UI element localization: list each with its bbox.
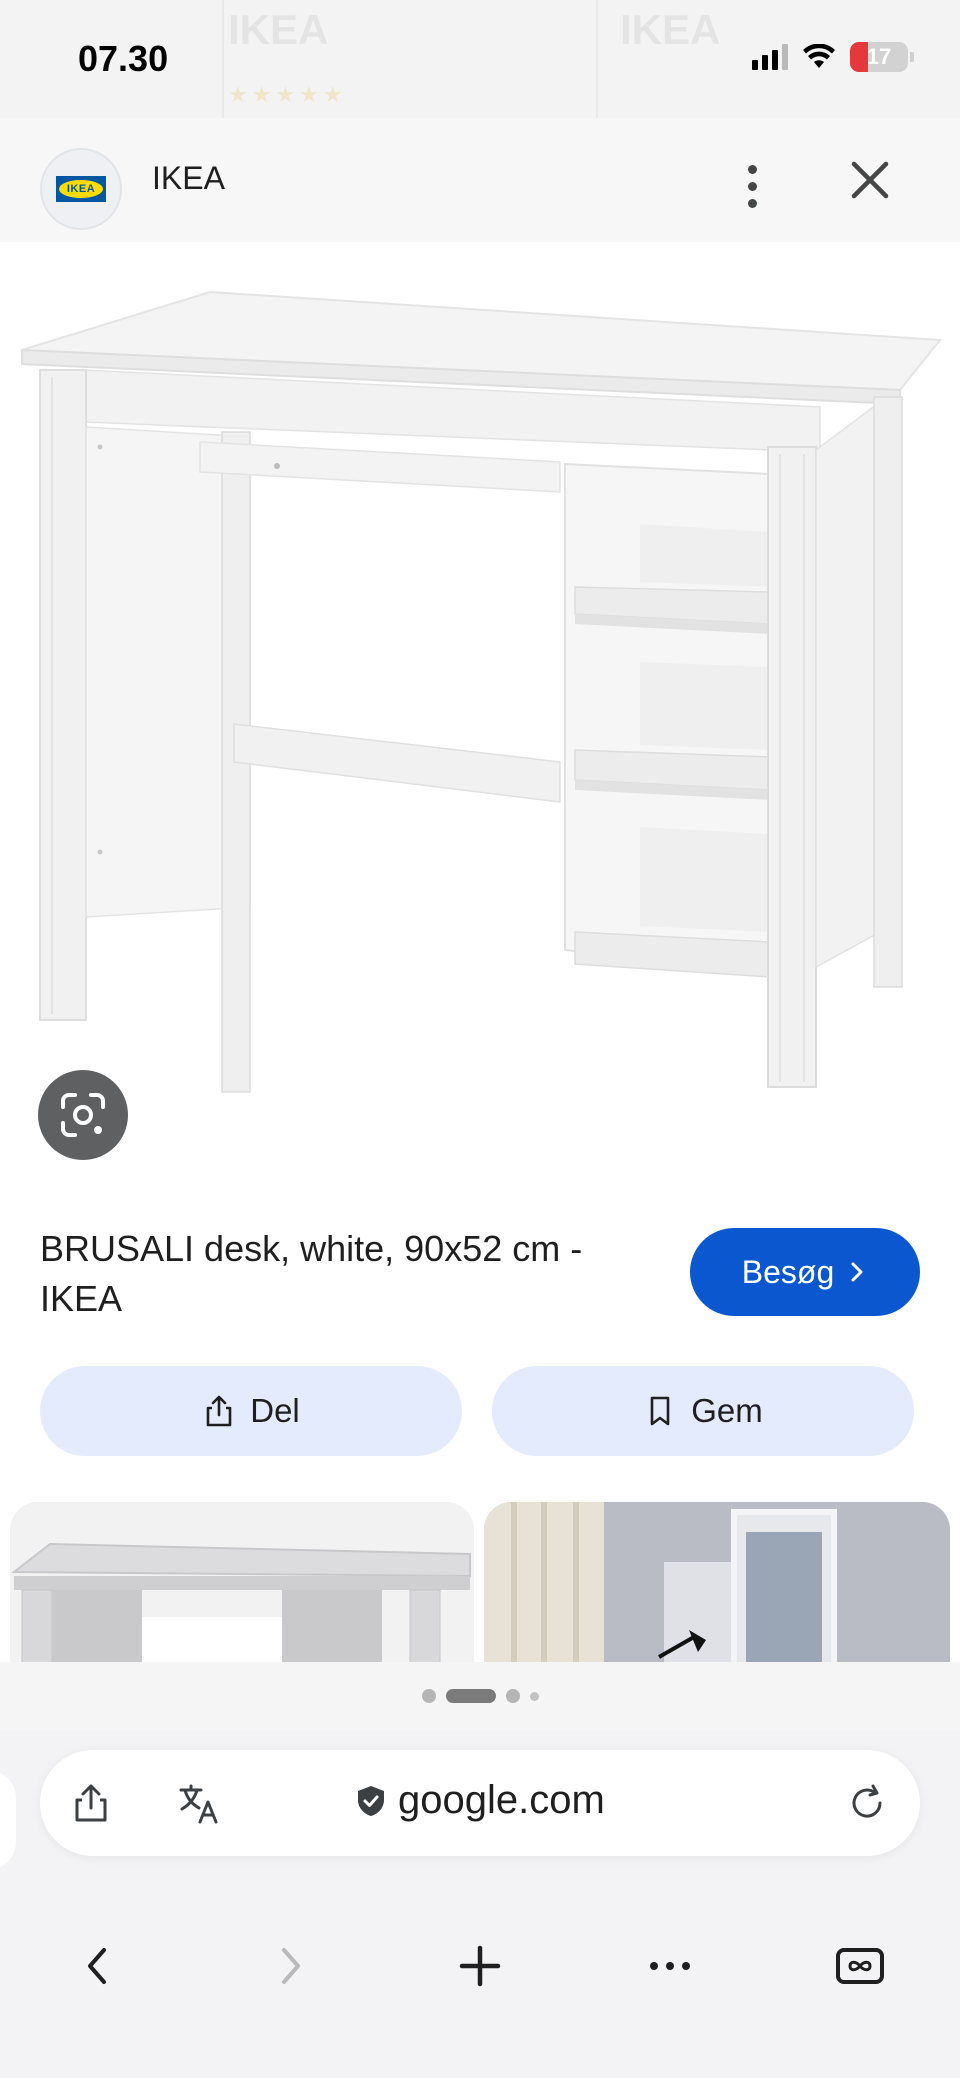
address-bar[interactable]: google.com (40, 1750, 920, 1856)
share-label: Del (250, 1392, 300, 1429)
pager-dot-active (445, 1689, 496, 1703)
pager-dot (529, 1691, 539, 1701)
share-icon (206, 1395, 232, 1427)
more-vert-icon (747, 164, 757, 174)
visit-button[interactable]: Besøg (690, 1228, 920, 1316)
battery-level: 17 (866, 44, 892, 69)
battery-tip (910, 52, 914, 62)
share-button[interactable]: Del (40, 1366, 462, 1456)
close-icon[interactable] (844, 154, 896, 206)
site-favicon: IKEA (40, 148, 122, 230)
related-desk-image (10, 1502, 474, 1662)
reload-icon[interactable] (844, 1780, 890, 1826)
result-header: IKEA IKEA (0, 118, 960, 242)
new-tab-icon[interactable] (452, 1938, 508, 1994)
more-vert-icon (747, 181, 757, 191)
status-bar: IKEA IKEA ★★★★★ 07.30 17 (0, 0, 960, 118)
battery-icon: 17 (850, 42, 914, 72)
visit-label: Besøg (741, 1253, 835, 1290)
previous-tab-edge[interactable] (0, 1770, 16, 1870)
related-results (0, 1502, 960, 1662)
save-label: Gem (691, 1392, 763, 1429)
related-thumbnail[interactable] (10, 1502, 474, 1662)
lens-search-button[interactable] (38, 1070, 128, 1160)
bookmark-icon (650, 1396, 670, 1426)
ghost-rating-stars: ★★★★★ (228, 82, 347, 107)
tabs-icon[interactable] (832, 1938, 888, 1994)
url-display[interactable]: google.com (356, 1778, 605, 1823)
wifi-icon (803, 44, 835, 68)
translate-icon[interactable] (176, 1780, 222, 1826)
pager-dot (505, 1689, 520, 1703)
status-icons: 17 (752, 42, 914, 72)
tab-pager (0, 1662, 960, 1730)
related-room-image (484, 1502, 950, 1662)
save-button[interactable]: Gem (492, 1366, 914, 1456)
chevron-right-icon (851, 1262, 863, 1282)
status-time: 07.30 (78, 38, 169, 79)
battery-body: 17 (850, 42, 908, 72)
shield-check-icon (358, 1785, 384, 1816)
ghost-brand-text: IKEA (620, 6, 721, 53)
ikea-logo-text: IKEA (59, 180, 103, 198)
cellular-signal-icon (752, 44, 788, 70)
ghost-divider (596, 0, 598, 118)
google-lens-icon (61, 1093, 105, 1137)
more-vert-icon (747, 198, 757, 208)
share-icon[interactable] (68, 1780, 114, 1826)
pager-dot (421, 1689, 436, 1703)
forward-icon[interactable] (262, 1938, 318, 1994)
more-options-button[interactable] (730, 156, 774, 216)
ghost-divider (222, 0, 224, 118)
desk-illustration (0, 242, 960, 1200)
browser-nav-row (0, 1920, 960, 2010)
ikea-logo: IKEA (56, 176, 106, 202)
url-text: google.com (398, 1778, 605, 1822)
site-name: IKEA (152, 160, 225, 196)
more-horiz-icon[interactable] (642, 1938, 698, 1994)
product-title[interactable]: BRUSALI desk, white, 90x52 cm - IKEA (40, 1224, 660, 1324)
browser-toolbar: google.com (0, 1730, 960, 2078)
ghost-brand-text: IKEA (228, 6, 329, 53)
related-thumbnail[interactable] (484, 1502, 950, 1662)
product-image[interactable] (0, 242, 960, 1200)
back-icon[interactable] (70, 1938, 126, 1994)
